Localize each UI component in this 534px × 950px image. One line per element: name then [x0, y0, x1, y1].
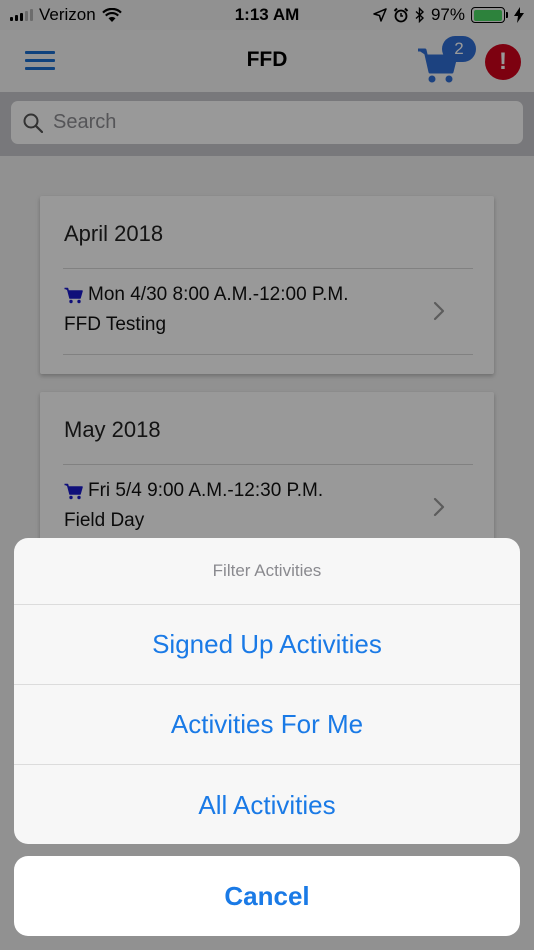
cancel-button[interactable]: Cancel	[14, 856, 520, 936]
option-all-activities[interactable]: All Activities	[14, 765, 520, 844]
option-activities-for-me[interactable]: Activities For Me	[14, 685, 520, 765]
filter-action-sheet: Filter Activities Signed Up Activities A…	[14, 538, 520, 844]
screen: Verizon 1:13 AM 97% FFD 2 ! Search April…	[0, 0, 534, 950]
option-signed-up-activities[interactable]: Signed Up Activities	[14, 605, 520, 685]
action-sheet-title: Filter Activities	[14, 538, 520, 605]
